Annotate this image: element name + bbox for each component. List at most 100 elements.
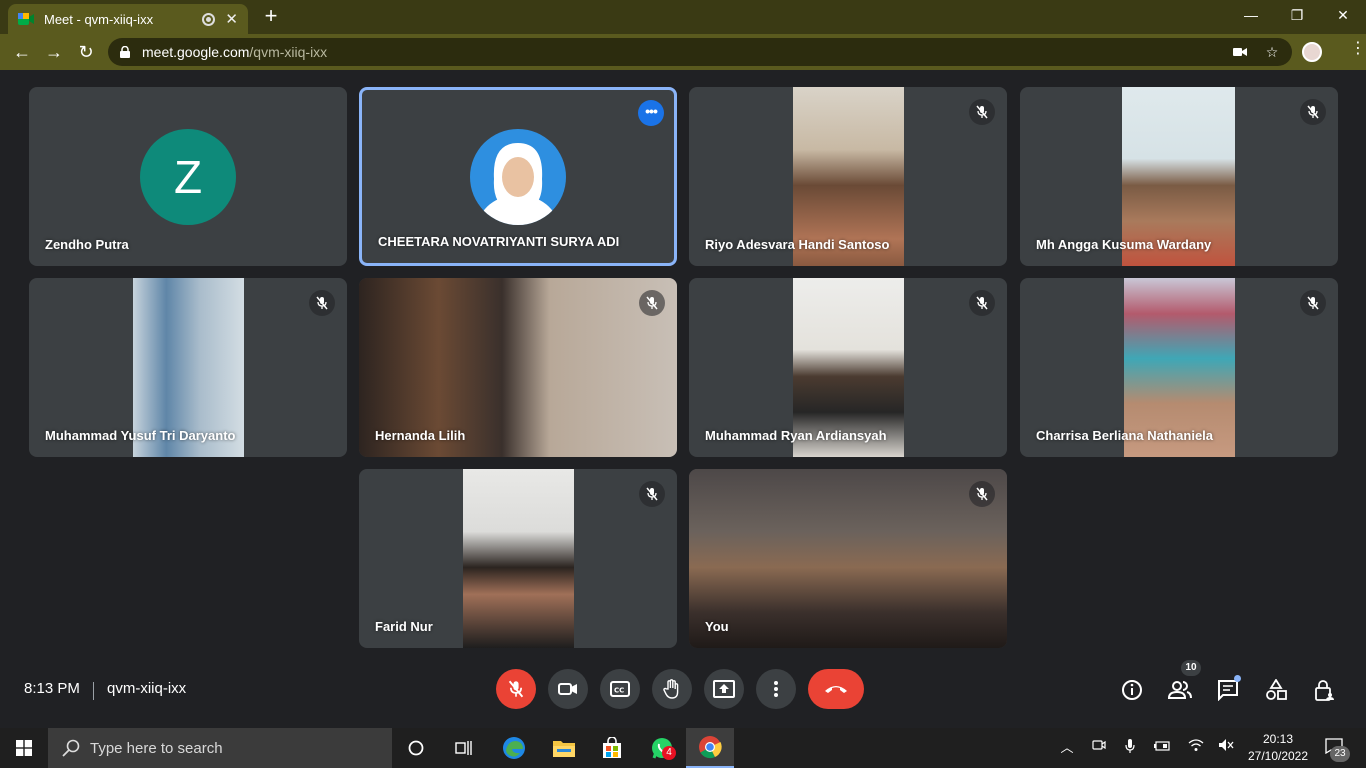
meeting-details-button[interactable] (1119, 677, 1145, 703)
profile-avatar[interactable] (1302, 42, 1322, 62)
hang-up-icon (825, 686, 847, 693)
back-button[interactable]: ← (8, 38, 36, 66)
folder-icon (553, 741, 575, 757)
forward-button[interactable]: → (40, 38, 68, 66)
people-icon (1168, 681, 1192, 699)
more-options-button[interactable] (756, 669, 796, 709)
chat-notification-dot (1234, 675, 1241, 682)
windows-taskbar: Type here to search 4 ︿ 20:13 27/10/2022 (0, 728, 1366, 768)
raise-hand-button[interactable] (652, 669, 692, 709)
participant-name: Charrisa Berliana Nathaniela (1036, 428, 1214, 443)
notification-count-badge: 23 (1330, 746, 1350, 762)
meet-stage: Z Zendho Putra ••• CHEETARA NOVATRIYANTI… (0, 70, 1366, 728)
chrome-menu-icon[interactable]: ⋮ (1350, 38, 1366, 58)
video-feed (463, 469, 574, 648)
tab-close-icon[interactable]: ✕ (225, 10, 238, 28)
restore-button[interactable]: ❐ (1274, 0, 1320, 32)
shapes-icon (1266, 679, 1287, 700)
microphone-in-use-icon[interactable] (1120, 738, 1140, 758)
minimize-button[interactable]: — (1228, 0, 1274, 32)
mic-off-icon (969, 481, 995, 507)
taskbar-app-store[interactable] (588, 728, 636, 768)
participant-name: CHEETARA NOVATRIYANTI SURYA ADI (378, 234, 620, 249)
participant-tile[interactable]: Charrisa Berliana Nathaniela (1020, 278, 1338, 457)
captions-button[interactable]: CC (600, 669, 640, 709)
task-view-button[interactable] (440, 728, 488, 768)
cortana-button[interactable] (392, 728, 440, 768)
system-clock[interactable]: 20:13 27/10/2022 (1246, 731, 1310, 765)
taskbar-app-chrome[interactable] (686, 728, 734, 768)
activities-button[interactable] (1263, 677, 1289, 703)
camera-in-use-icon[interactable] (1230, 42, 1250, 62)
closed-captions-icon: CC (610, 681, 630, 697)
hand-icon (663, 679, 679, 699)
speaker-muted-icon[interactable] (1216, 738, 1236, 758)
system-time: 20:13 (1262, 732, 1294, 746)
start-button[interactable] (0, 728, 48, 768)
whatsapp-badge: 4 (662, 746, 676, 760)
taskbar-app-whatsapp[interactable] (638, 728, 686, 768)
participant-tile[interactable]: Muhammad Yusuf Tri Daryanto (29, 278, 347, 457)
mic-off-icon (639, 481, 665, 507)
participant-name: Muhammad Ryan Ardiansyah (705, 428, 887, 443)
people-button[interactable] (1167, 677, 1193, 703)
browser-toolbar: ← → ↻ meet.google.com/qvm-xiiq-ixx ☆ (0, 34, 1366, 70)
task-view-icon (455, 741, 472, 755)
svg-text:CC: CC (614, 687, 624, 695)
bookmark-star-icon[interactable]: ☆ (1262, 42, 1282, 62)
avatar (470, 129, 566, 225)
participant-tile[interactable]: Hernanda Lilih (359, 278, 677, 457)
more-options-icon[interactable]: ••• (638, 100, 664, 126)
participant-name: Muhammad Yusuf Tri Daryanto (45, 428, 236, 443)
participant-tile[interactable]: Riyo Adesvara Handi Santoso (689, 87, 1007, 266)
meeting-controls-bar: 8:13 PM qvm-xiiq-ixx CC 10 (0, 658, 1366, 728)
participant-tile[interactable]: Mh Angga Kusuma Wardany (1020, 87, 1338, 266)
toggle-mic-button[interactable] (496, 669, 536, 709)
present-screen-button[interactable] (704, 669, 744, 709)
mic-off-icon (1300, 290, 1326, 316)
battery-icon[interactable] (1152, 738, 1172, 758)
new-tab-button[interactable]: + (258, 4, 284, 30)
participant-name: Farid Nur (375, 619, 433, 634)
avatar: Z (140, 129, 236, 225)
host-controls-button[interactable] (1311, 677, 1337, 703)
meeting-code: qvm-xiiq-ixx (107, 680, 187, 697)
show-hidden-icons-chevron-icon[interactable]: ︿ (1057, 738, 1077, 758)
close-window-button[interactable]: ✕ (1320, 0, 1366, 32)
video-feed (689, 469, 1007, 648)
vertical-dots-icon (774, 681, 778, 697)
people-count-badge: 10 (1181, 660, 1201, 676)
wifi-icon[interactable] (1186, 738, 1206, 758)
meeting-time: 8:13 PM (24, 680, 80, 697)
tab-title: Meet - qvm-xiiq-ixx (44, 11, 154, 27)
toggle-camera-button[interactable] (548, 669, 588, 709)
participant-tile[interactable]: Z Zendho Putra (29, 87, 347, 266)
participant-tile-self[interactable]: You (689, 469, 1007, 648)
participant-name: Zendho Putra (45, 237, 129, 252)
cortana-circle-icon (408, 740, 424, 756)
mic-off-icon (1300, 99, 1326, 125)
address-bar[interactable]: meet.google.com/qvm-xiiq-ixx (108, 38, 1292, 66)
mic-off-icon (969, 290, 995, 316)
meet-now-camera-icon[interactable] (1089, 738, 1109, 758)
url-host: meet.google.com (142, 44, 250, 60)
participant-tile-active-speaker[interactable]: ••• CHEETARA NOVATRIYANTI SURYA ADI (359, 87, 677, 266)
browser-tab[interactable]: Meet - qvm-xiiq-ixx ✕ (8, 4, 248, 34)
participant-name: Mh Angga Kusuma Wardany (1036, 237, 1212, 252)
taskbar-search-box[interactable]: Type here to search (48, 728, 392, 768)
camera-icon (558, 683, 577, 695)
participant-tile[interactable]: Muhammad Ryan Ardiansyah (689, 278, 1007, 457)
participant-tile[interactable]: Farid Nur (359, 469, 677, 648)
lock-person-icon (1315, 680, 1334, 701)
search-placeholder: Type here to search (90, 739, 223, 757)
taskbar-app-file-explorer[interactable] (540, 728, 588, 768)
lock-icon (120, 46, 130, 58)
mic-off-icon (309, 290, 335, 316)
mic-off-icon (969, 99, 995, 125)
end-call-button[interactable] (808, 669, 864, 709)
taskbar-app-edge[interactable] (490, 728, 538, 768)
divider (93, 682, 94, 700)
search-icon (62, 739, 80, 757)
reload-button[interactable]: ↻ (72, 38, 100, 66)
participant-name: Hernanda Lilih (375, 428, 466, 443)
